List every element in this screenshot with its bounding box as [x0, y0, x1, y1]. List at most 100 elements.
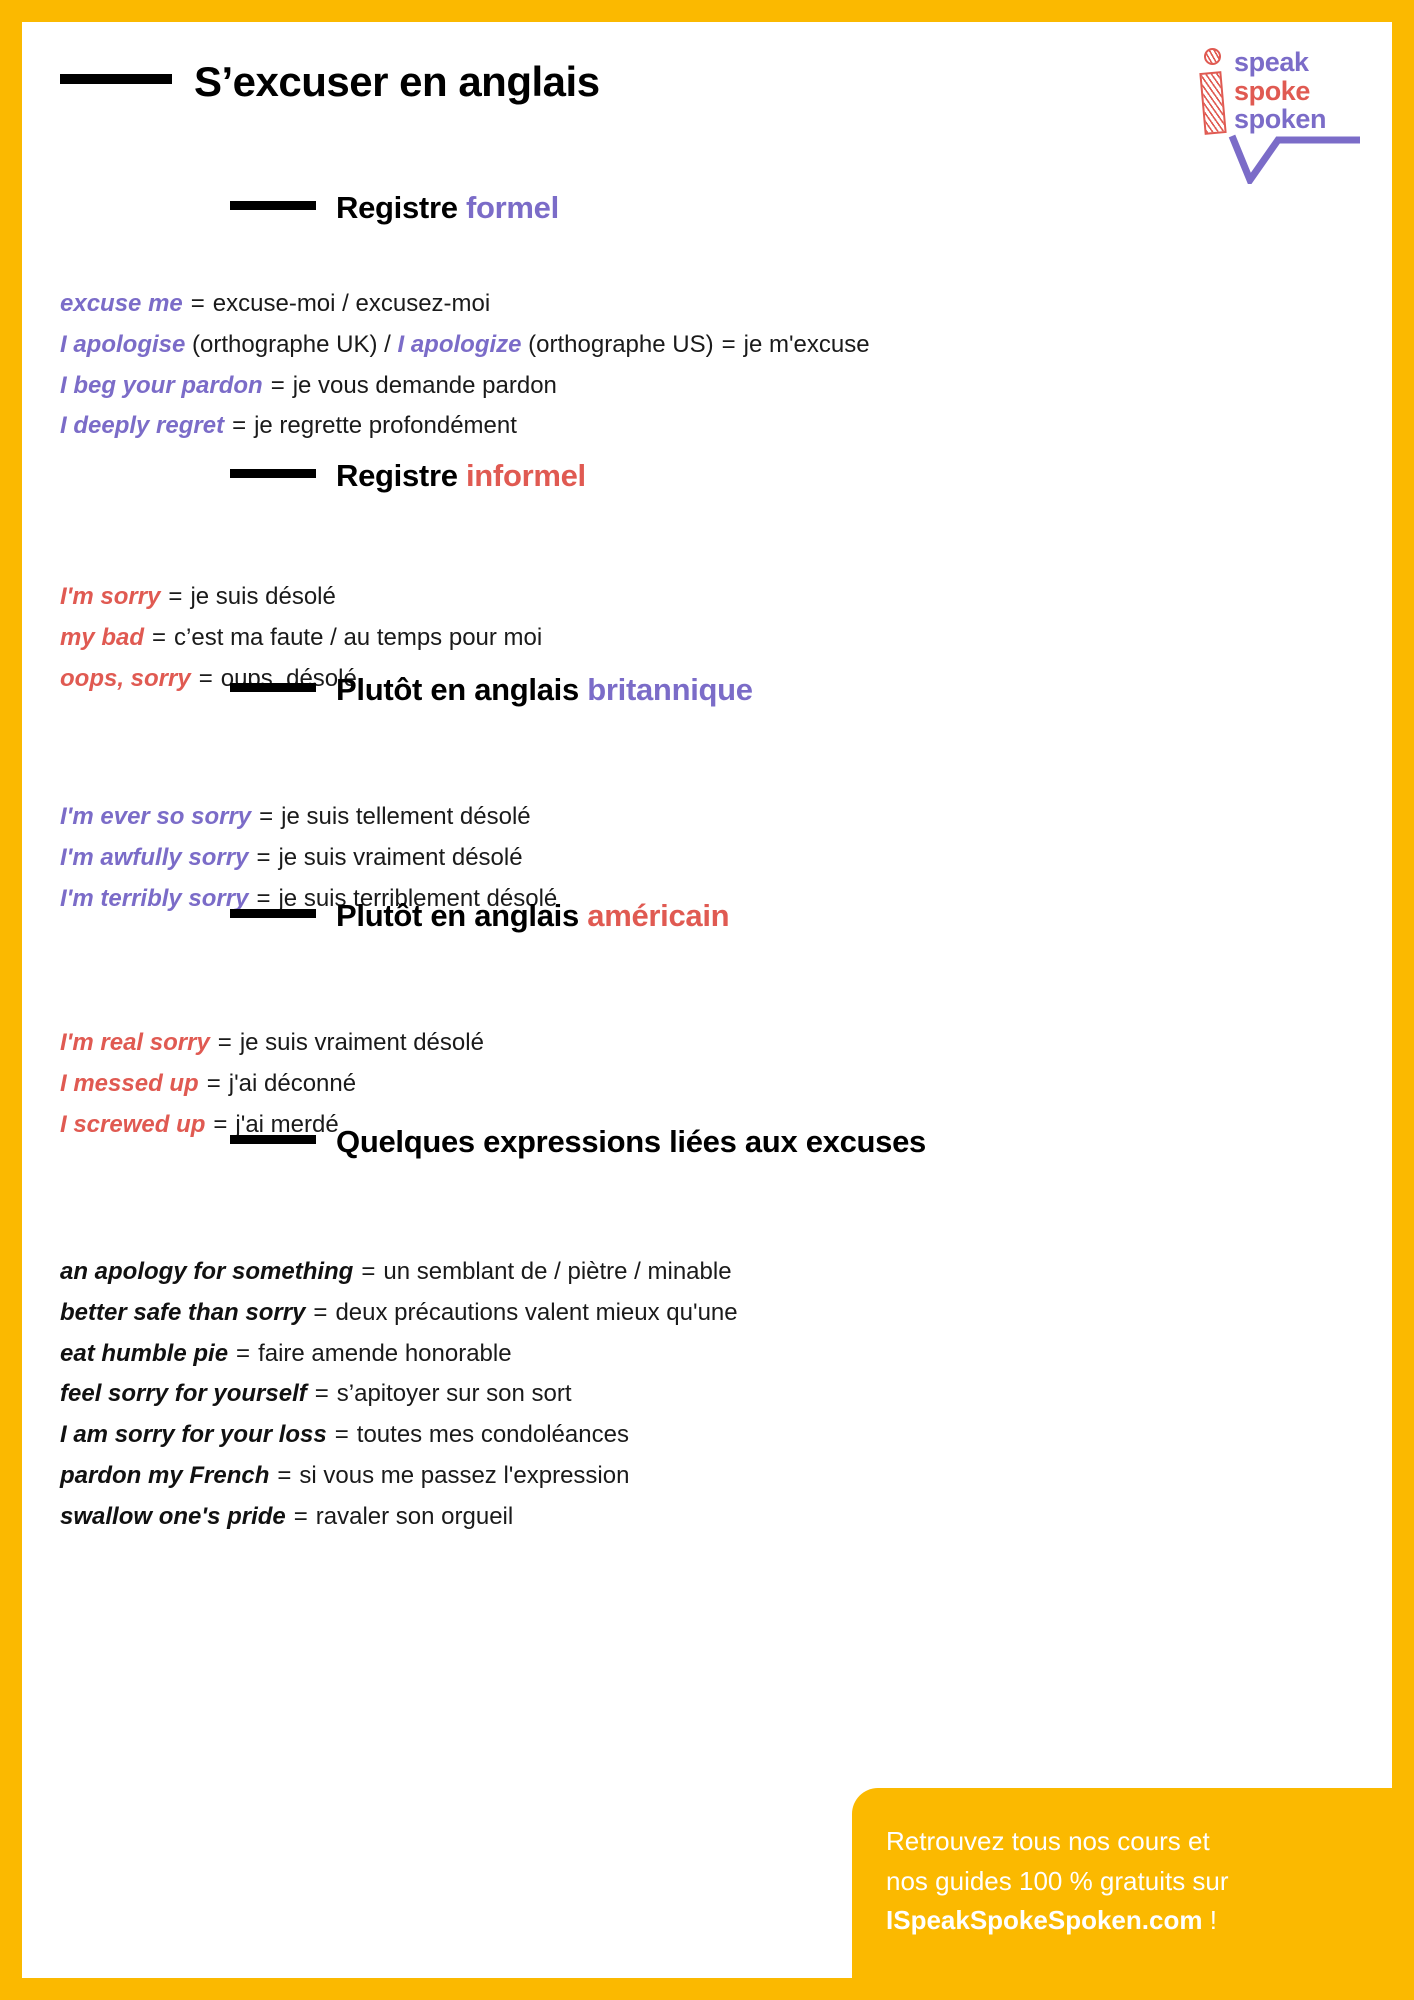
footer-exclaim-mark: ! [1209, 1905, 1217, 1936]
entry-english-term: feel sorry for yourself [60, 1380, 307, 1408]
entry-french-translation: je suis tellement désolé [281, 803, 531, 830]
logo-line-spoke: spoke [1234, 75, 1311, 106]
entry-row: I'm sorry = je suis désolé [60, 577, 1392, 618]
section-heading-plain: Registre [336, 458, 466, 493]
entry-french-translation: si vous me passez l'expression [299, 1461, 630, 1489]
entry-english-term: swallow one's pride [60, 1502, 286, 1530]
entry-english-term: eat humble pie [60, 1339, 229, 1367]
logo-line-spoken: spoken [1234, 104, 1327, 135]
entry-row: I beg your pardon = je vous demande pardon [60, 366, 1392, 407]
entry-row: eat humble pie = faire amende honorable [60, 1334, 1392, 1375]
section-informel: Registre informel [22, 458, 1392, 494]
entry-equals-sign: = [277, 1461, 292, 1489]
section-dash-rule [230, 200, 316, 210]
section-heading-text: Registre formel [336, 190, 559, 226]
entry-row: an apology for something = un semblant de … [60, 1252, 1392, 1293]
entry-row: I messed up = j'ai déconné [60, 1064, 1392, 1105]
entry-french-translation: toutes mes condoléances [356, 1421, 629, 1449]
entry-equals-sign: = [256, 843, 271, 871]
entry-english-term: I am sorry for your loss [60, 1421, 327, 1449]
entry-row: feel sorry for yourself = s’apitoyer sur s… [60, 1374, 1392, 1415]
entry-french-translation: j'ai déconné [228, 1069, 357, 1097]
footer-promo-box: Retrouvez tous nos cours et nos guides 1… [852, 1788, 1392, 1978]
logo-wordmark: speak spoke spoken [1234, 48, 1327, 135]
section-heading-plain: Plutôt en anglais [336, 672, 588, 707]
entry-french-translation: s’apitoyer sur son sort [336, 1380, 572, 1408]
section-heading-britannique: Plutôt en anglais britannique [22, 672, 1392, 708]
section-heading-accent: britannique [587, 672, 753, 707]
entry-french-translation: un semblant de / piètre / minable [383, 1258, 732, 1285]
entry-separator: / [384, 330, 391, 358]
section-heading-text: Plutôt en anglais américain [336, 898, 730, 934]
entry-french-translation: je regrette profondément [254, 412, 517, 440]
entry-french-translation: je suis vraiment désolé [278, 843, 523, 871]
entry-english-term: an apology for something [60, 1258, 354, 1285]
entry-english-note: (orthographe UK) [192, 330, 378, 358]
page-title-row: S’excuser en anglais [60, 58, 600, 106]
section-britannique: Plutôt en anglais britannique [22, 672, 1392, 708]
logo-i-dot-icon [1204, 48, 1221, 65]
section-expressions: Quelques expressions liées aux excuses [22, 1124, 1392, 1160]
entry-row: I'm real sorry = je suis vraiment désolé [60, 1023, 1392, 1064]
entry-equals-sign: = [232, 412, 247, 440]
section-heading-text: Plutôt en anglais britannique [336, 672, 753, 708]
footer-line-1: Retrouvez tous nos cours et [886, 1826, 1210, 1856]
section-heading-accent: américain [587, 898, 730, 933]
entry-english-term: pardon my French [60, 1461, 270, 1489]
entry-equals-sign: = [168, 583, 183, 610]
entry-row: swallow one's pride = ravaler son orgueil [60, 1497, 1392, 1538]
page-title: S’excuser en anglais [194, 58, 600, 105]
section-dash-rule [230, 468, 316, 478]
section-americain: Plutôt en anglais américain [22, 898, 1392, 934]
entry-row: I apologise (orthographe UK) / I apologi… [60, 325, 1392, 366]
entry-french-translation: deux précautions valent mieux qu'une [335, 1298, 738, 1326]
section-dash-rule [230, 908, 316, 918]
entry-english-term: I apologise [60, 330, 186, 358]
logo-checkmark-icon [1228, 134, 1360, 184]
entry-equals-sign: = [236, 1339, 251, 1367]
entry-equals-sign: = [190, 290, 205, 317]
entry-french-translation: je m'excuse [743, 330, 870, 358]
entry-french-translation: faire amende honorable [258, 1339, 512, 1367]
section-heading-text: Registre informel [336, 458, 586, 494]
entry-row: I am sorry for your loss = toutes mes cond… [60, 1415, 1392, 1456]
section-heading-plain: Registre [336, 190, 466, 225]
entry-row: I'm awfully sorry = je suis vraiment désol… [60, 838, 1392, 879]
brand-logo: speak spoke spoken [1180, 42, 1366, 184]
section-dash-rule [230, 1134, 316, 1144]
logo-i-stem-icon [1199, 71, 1227, 135]
entry-equals-sign: = [361, 1258, 376, 1285]
footer-exclaim [1202, 1905, 1209, 1935]
entry-equals-sign: = [270, 371, 285, 399]
entry-english-term: excuse me [60, 290, 183, 317]
section-heading-informel: Registre informel [22, 458, 1392, 494]
entry-english-term: I'm sorry [60, 583, 161, 610]
footer-site-link[interactable]: ISpeakSpokeSpoken.com [886, 1905, 1202, 1935]
entry-row: I deeply regret = je regrette profondément [60, 406, 1392, 447]
entry-english-term: I'm awfully sorry [60, 843, 249, 871]
entry-equals-sign: = [721, 330, 736, 358]
entry-english-term: I'm real sorry [60, 1029, 210, 1056]
footer-line-2: nos guides 100 % gratuits sur [886, 1865, 1229, 1896]
entry-equals-sign: = [313, 1298, 328, 1326]
footer-line-3: ISpeakSpokeSpoken.com ! [886, 1901, 1362, 1941]
entry-french-translation: je suis vraiment désolé [239, 1029, 484, 1056]
entry-equals-sign: = [334, 1421, 349, 1449]
entry-equals-sign: = [206, 1069, 221, 1097]
entry-row: pardon my French = si vous me passez l'exp… [60, 1456, 1392, 1497]
section-heading-americain: Plutôt en anglais américain [22, 898, 1392, 934]
poster-sheet: speak spoke spoken S’excuser en anglais … [22, 22, 1392, 1978]
entry-english-term: I deeply regret [60, 412, 225, 440]
section-heading-text: Quelques expressions liées aux excuses [336, 1124, 926, 1160]
section-heading-accent: formel [465, 190, 559, 225]
entry-english-term: I'm ever so sorry [60, 803, 252, 830]
entry-equals-sign: = [259, 803, 274, 830]
entry-english-note-alt: (orthographe US) [528, 330, 714, 358]
section-heading-expressions: Quelques expressions liées aux excuses [22, 1124, 1392, 1160]
entry-equals-sign: = [293, 1502, 308, 1530]
entry-english-term: my bad [60, 623, 145, 651]
entry-row: I'm ever so sorry = je suis tellement déso… [60, 797, 1392, 838]
entry-french-translation: c’est ma faute / au temps pour moi [174, 623, 543, 651]
entry-french-translation: ravaler son orgueil [315, 1502, 514, 1530]
entry-row: better safe than sorry = deux précautions … [60, 1293, 1392, 1334]
